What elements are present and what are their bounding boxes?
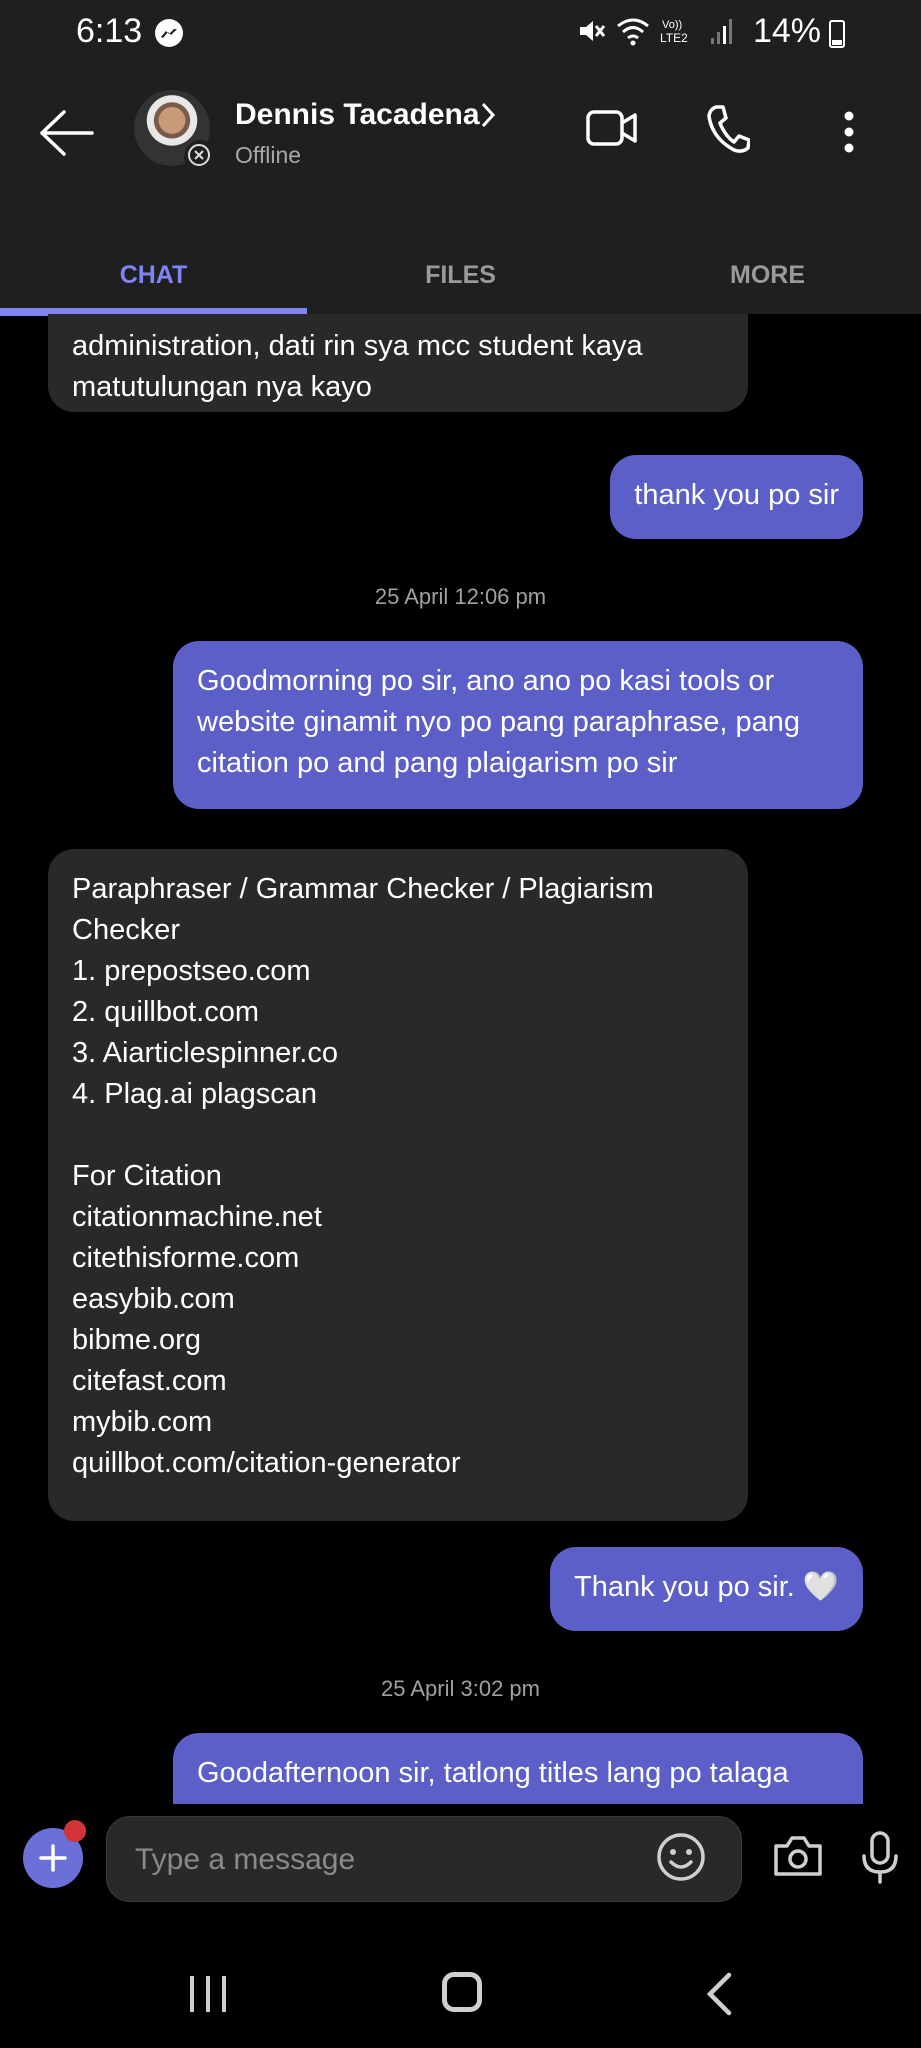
outgoing-message[interactable]: Goodafternoon sir, tatlong titles lang p… [173,1733,863,1804]
message-line: 4. Plag.ai plagscan [72,1078,318,1110]
video-call-icon[interactable] [586,108,638,153]
message-line: citationmachine.net [72,1201,322,1233]
system-nav-bar [0,1914,921,2048]
outgoing-message[interactable]: thank you po sir [610,455,863,539]
message-line: For Citation [72,1160,222,1192]
mute-icon [580,21,606,41]
back-arrow-icon[interactable] [38,108,94,163]
message-input-box[interactable] [106,1816,742,1902]
svg-text:Vo)): Vo)) [662,19,682,31]
incoming-message[interactable]: administration, dati rin sya mcc student… [48,314,748,412]
message-line [72,1115,724,1156]
message-line: administration, dati rin sya mcc student… [72,330,643,362]
message-line: bibme.org [72,1324,201,1356]
message-line: 2. quillbot.com [72,996,259,1028]
message-input[interactable] [133,1835,637,1885]
home-icon[interactable] [442,1972,482,2012]
compose-bar [0,1804,921,1914]
battery-percent: 14% [752,12,821,50]
phone-call-icon[interactable] [706,104,751,159]
message-line: citethisforme.com [72,1242,300,1274]
tab-bar: CHAT FILES MORE [0,242,921,316]
tab-more[interactable]: MORE [614,242,921,308]
lte-icon: Vo))LTE2 [660,19,688,45]
message-line: thank you po sir [634,479,839,511]
message-line: quillbot.com/citation-generator [72,1447,461,1479]
tab-chat[interactable]: CHAT [0,242,307,308]
message-line: Checker [72,914,180,946]
status-icons: Vo)) LTE2 [576,16,736,46]
message-timestamp: 25 April 12:06 pm [374,584,547,609]
chat-header: Dennis Tacadena Offline CHAT FILES MORE [0,66,921,316]
more-options-icon[interactable] [842,110,856,159]
status-time: 6:13 [76,12,143,50]
outgoing-message[interactable]: Thank you po sir. 🤍 [549,1547,863,1631]
incoming-message[interactable]: Paraphraser / Grammar Checker / Plagiari… [48,849,748,1521]
battery-icon [829,20,845,48]
notification-dot [64,1820,86,1842]
emoji-icon[interactable] [655,1831,707,1888]
message-line: 1. prepostseo.com [72,955,311,987]
message-line: citefast.com [72,1365,227,1397]
message-line: 3. Aiarticlespinner.co [72,1037,338,1069]
recent-apps-icon[interactable] [188,1974,228,2019]
message-line: Thank you po sir. 🤍 [573,1571,839,1603]
message-line: citation po and pang plaigarism po sir [197,747,678,779]
wifi-icon [617,18,649,46]
message-line: matutulungan nya kayo [72,371,372,403]
camera-icon[interactable] [772,1834,824,1883]
presence-status: Offline [235,142,302,168]
contact-name[interactable]: Dennis Tacadena [235,98,480,132]
message-line: mybib.com [72,1406,213,1438]
status-bar: 6:13 Vo)) LTE2 14% [0,0,921,66]
message-line: website ginamit nyo po pang paraphrase, … [197,706,800,738]
offline-status-icon [184,140,218,174]
message-timestamp: 25 April 3:02 pm [381,1676,540,1701]
tab-files[interactable]: FILES [307,242,614,308]
outgoing-message[interactable]: Goodmorning po sir, ano ano po kasi tool… [173,641,863,809]
system-back-icon[interactable] [705,1972,733,2021]
microphone-icon[interactable] [860,1830,900,1889]
chevron-right-icon[interactable] [480,102,496,133]
messenger-icon [155,19,183,47]
message-line: Goodmorning po sir, ano ano po kasi tool… [197,665,775,697]
signal-icon [711,19,732,44]
message-line: Goodafternoon sir, tatlong titles lang p… [197,1757,789,1789]
message-list[interactable]: administration, dati rin sya mcc student… [0,314,921,1804]
svg-text:LTE2: LTE2 [660,31,688,45]
message-line: Paraphraser / Grammar Checker / Plagiari… [72,873,654,905]
message-line: easybib.com [72,1283,235,1315]
